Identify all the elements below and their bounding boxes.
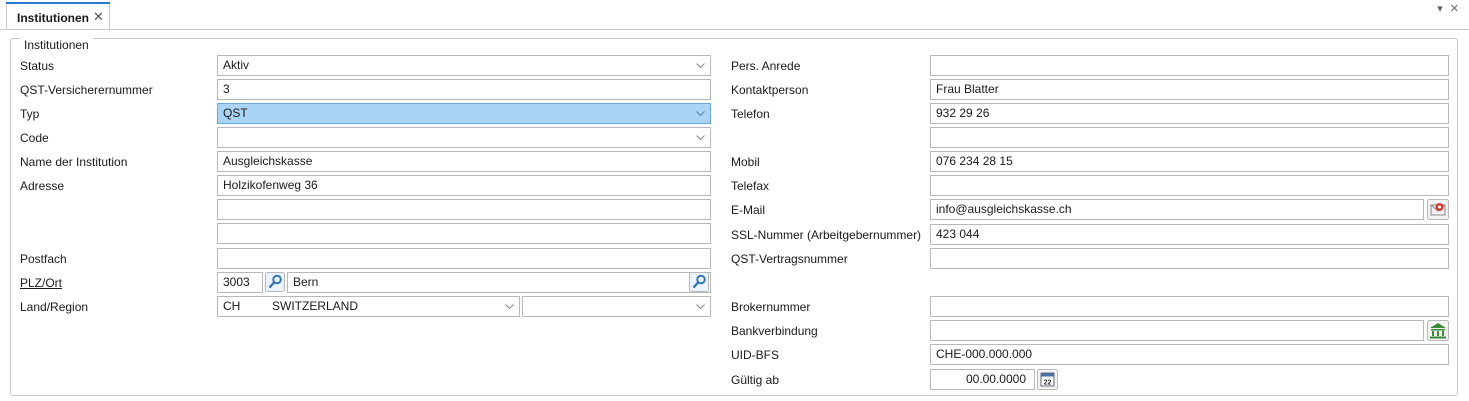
adresse-field[interactable]: Holzikofenweg 36 — [217, 175, 711, 196]
chevron-down-icon[interactable] — [696, 128, 706, 147]
search-icon[interactable] — [689, 272, 709, 292]
telefax-label: Telefax — [731, 179, 770, 193]
calendar-day: 22 — [1044, 380, 1052, 387]
telefon-label: Telefon — [731, 107, 770, 121]
typ-value: QST — [223, 106, 248, 120]
email-field[interactable]: info@ausgleichskasse.ch — [930, 199, 1424, 220]
chevron-down-icon[interactable] — [696, 104, 706, 123]
telefon2-field[interactable] — [930, 127, 1449, 148]
status-value: Aktiv — [223, 58, 250, 72]
status-select[interactable]: Aktiv — [217, 55, 711, 76]
region-select[interactable] — [522, 296, 711, 317]
anrede-field[interactable] — [930, 55, 1449, 76]
mobil-label: Mobil — [731, 155, 760, 169]
name-field[interactable]: Ausgleichskasse — [217, 151, 711, 172]
pin-dropdown-icon[interactable]: ▾ — [1437, 3, 1443, 15]
bankverbindung-label: Bankverbindung — [731, 324, 818, 338]
land-code: CH — [223, 299, 241, 313]
mobil-field[interactable]: 076 234 28 15 — [930, 151, 1449, 172]
uid-bfs-field[interactable]: CHE-000.000.000 — [930, 344, 1449, 365]
anrede-label: Pers. Anrede — [731, 59, 801, 73]
plz-ort-link[interactable]: PLZ/Ort — [20, 276, 62, 290]
chevron-down-icon[interactable] — [696, 297, 706, 316]
land-select[interactable]: CH SWITZERLAND — [217, 296, 520, 317]
email-send-icon[interactable] — [1427, 199, 1449, 220]
bankverbindung-field[interactable] — [930, 320, 1424, 341]
adresse-line3-field[interactable] — [217, 223, 711, 244]
gueltig-ab-label: Gültig ab — [731, 373, 780, 387]
land-name: SWITZERLAND — [272, 299, 359, 313]
tab-close-icon[interactable]: ✕ — [93, 9, 104, 25]
qst-vertragsnummer-field[interactable] — [930, 248, 1449, 269]
ort-field[interactable]: Bern — [287, 272, 711, 293]
ssl-field[interactable]: 423 044 — [930, 224, 1449, 245]
document-tabstrip: Institutionen ✕ ▾ ✕ — [0, 0, 1469, 30]
kontaktperson-label: Kontaktperson — [731, 83, 809, 97]
land-region-label: Land/Region — [20, 300, 89, 314]
close-window-icon[interactable]: ✕ — [1450, 3, 1459, 15]
window-controls: ▾ ✕ — [1433, 2, 1459, 15]
tab-label: Institutionen — [17, 11, 89, 25]
status-label: Status — [20, 59, 55, 73]
qst-versicherernummer-label: QST-Versicherernummer — [20, 83, 153, 97]
tab-institutionen[interactable]: Institutionen ✕ — [6, 2, 110, 29]
email-label: E-Mail — [731, 203, 766, 217]
adresse-line2-field[interactable] — [217, 199, 711, 220]
search-icon[interactable] — [265, 272, 285, 292]
qst-versicherernummer-field[interactable]: 3 — [217, 79, 711, 100]
kontaktperson-field[interactable]: Frau Blatter — [930, 79, 1449, 100]
gueltig-ab-field[interactable]: 00.00.0000 — [930, 369, 1035, 390]
bank-icon[interactable] — [1427, 320, 1449, 341]
ort-value: Bern — [293, 275, 319, 289]
uid-bfs-label: UID-BFS — [731, 348, 779, 362]
chevron-down-icon[interactable] — [696, 56, 706, 75]
ssl-label: SSL-Nummer (Arbeitgebernummer) — [731, 228, 922, 242]
brokernummer-field[interactable] — [930, 296, 1449, 317]
brokernummer-label: Brokernummer — [731, 300, 811, 314]
group-title: Institutionen — [20, 38, 93, 52]
typ-label: Typ — [20, 107, 40, 121]
chevron-down-icon[interactable] — [505, 297, 515, 316]
code-label: Code — [20, 131, 49, 145]
postfach-label: Postfach — [20, 252, 67, 266]
typ-select[interactable]: QST — [217, 103, 711, 124]
plz-field[interactable]: 3003 — [217, 272, 263, 293]
postfach-field[interactable] — [217, 248, 711, 269]
code-select[interactable] — [217, 127, 711, 148]
calendar-icon[interactable]: 22 — [1037, 369, 1058, 390]
qst-vertragsnummer-label: QST-Vertragsnummer — [731, 252, 848, 266]
telefon-field[interactable]: 932 29 26 — [930, 103, 1449, 124]
name-label: Name der Institution — [20, 155, 128, 169]
adresse-label: Adresse — [20, 179, 65, 193]
telefax-field[interactable] — [930, 175, 1449, 196]
